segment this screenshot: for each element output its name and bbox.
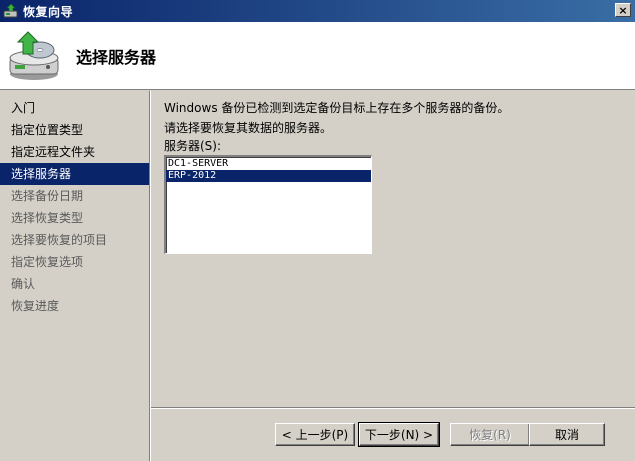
server-list-label: 服务器(S): [164,139,222,153]
wizard-app-icon [3,3,19,19]
back-button[interactable]: < 上一步(P) [275,423,355,446]
sidebar-item-backup-date: 选择备份日期 [11,189,84,203]
wizard-steps-sidebar: 入门 指定位置类型 指定远程文件夹 选择服务器 选择备份日期 选择恢复类型 选择… [0,91,150,461]
window-title: 恢复向导 [23,4,74,19]
server-listbox[interactable]: DC1-SERVER ERP-2012 [164,155,372,254]
description-line-1: Windows 备份已检测到选定备份目标上存在多个服务器的备份。 [164,101,510,115]
sidebar-item-recovery-options: 指定恢复选项 [11,255,84,269]
sidebar-item-remote-folder: 指定远程文件夹 [11,145,96,159]
restore-wizard-window: 恢复向导 × 选择服务器 入门 指定位置类型 指定远程文件夹 选择服务器 选择备… [0,0,635,461]
server-list-item-dc1-server[interactable]: DC1-SERVER [166,158,371,170]
server-list-item-erp-2012[interactable]: ERP-2012 [166,170,371,182]
sidebar-item-confirmation: 确认 [11,277,36,291]
sidebar-item-getting-started: 入门 [11,101,36,115]
sidebar-item-location-type: 指定位置类型 [11,123,84,137]
close-button[interactable]: × [615,3,631,17]
title-bar[interactable]: 恢复向导 × [0,0,635,22]
sidebar-item-items-to-recover: 选择要恢复的项目 [11,233,108,247]
recover-button[interactable]: 恢复(R) [450,423,530,446]
close-icon: × [618,3,628,17]
sidebar-item-recovery-type: 选择恢复类型 [11,211,84,225]
description-line-2: 请选择要恢复其数据的服务器。 [164,121,333,135]
button-area-separator-highlight [151,408,635,409]
main-content: Windows 备份已检测到选定备份目标上存在多个服务器的备份。 请选择要恢复其… [151,91,635,407]
page-title: 选择服务器 [76,48,157,67]
next-button[interactable]: 下一步(N) > [358,422,440,447]
wizard-header: 选择服务器 [0,22,635,90]
cancel-button[interactable]: 取消 [529,423,605,446]
sidebar-item-select-server: 选择服务器 [0,163,149,185]
sidebar-item-recovery-progress: 恢复进度 [11,299,60,313]
backup-drive-restore-icon [6,28,62,84]
